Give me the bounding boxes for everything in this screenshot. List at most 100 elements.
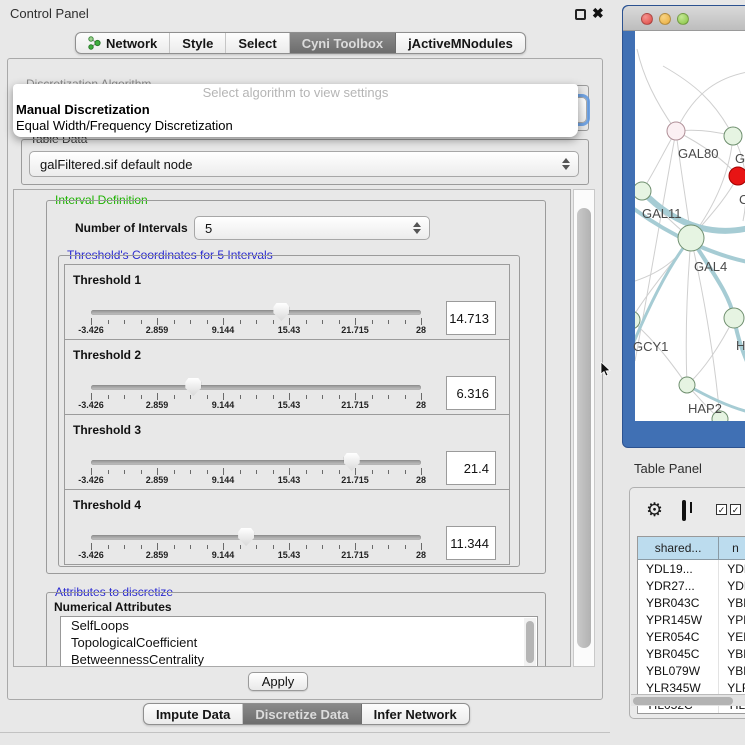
- network-canvas[interactable]: GAL80GCGAL11GAL4GCY1HHAP2: [635, 31, 745, 421]
- node-attribute-table: shared...n YDL19...YDL1YDR27...YDR2YBR04…: [637, 536, 745, 714]
- table-cell: YER0: [719, 628, 745, 645]
- table-cell: YDR27...: [638, 577, 719, 594]
- table-row[interactable]: YPR145WYPR1: [638, 611, 745, 628]
- bottom-tab-infer-network[interactable]: Infer Network: [362, 704, 469, 724]
- network-node-pink[interactable]: [667, 122, 685, 140]
- threshold-slider[interactable]: -3.4262.8599.14415.4321.71528: [91, 378, 421, 412]
- network-window-titlebar[interactable]: [623, 6, 745, 31]
- attribute-list-item[interactable]: TopologicalCoefficient: [61, 634, 537, 651]
- threshold-label: Threshold 4: [73, 498, 141, 512]
- checkbox-icon[interactable]: ✓: [716, 504, 727, 515]
- table-column-header[interactable]: n: [719, 537, 745, 559]
- threshold-value-field[interactable]: 6.316: [446, 376, 496, 410]
- table-cell: YBL079W: [638, 662, 719, 679]
- table-header-row: shared...n: [638, 537, 745, 560]
- algorithm-dropdown-popup: Select algorithm to view settings Manual…: [13, 84, 578, 137]
- tab-style[interactable]: Style: [170, 33, 226, 53]
- network-graph: [635, 31, 745, 421]
- tab-label: Network: [106, 36, 157, 51]
- cyni-toolbox-panel: Discretization Algorithm Table Data galF…: [7, 58, 603, 700]
- apply-button[interactable]: Apply: [248, 672, 308, 691]
- slider-track[interactable]: [91, 460, 421, 465]
- tab-label: Discretize Data: [255, 707, 348, 722]
- network-node-label: GAL11: [642, 206, 682, 221]
- zoom-traffic-light[interactable]: [677, 13, 689, 25]
- table-row[interactable]: YBL079WYBL0: [638, 662, 745, 679]
- attribute-list-item[interactable]: SelfLoops: [61, 617, 537, 634]
- table-cell: YBR045C: [638, 645, 719, 662]
- table-cell: YBR0: [719, 594, 745, 611]
- table-cell: YDL1: [719, 560, 745, 577]
- slider-tick-labels: -3.4262.8599.14415.4321.71528: [91, 475, 421, 486]
- slider-track[interactable]: [91, 535, 421, 540]
- threshold-slider[interactable]: -3.4262.8599.14415.4321.71528: [91, 303, 421, 337]
- network-node-green[interactable]: [679, 377, 695, 393]
- combo-arrows-icon: [562, 158, 570, 170]
- slider-track[interactable]: [91, 310, 421, 315]
- float-window-icon[interactable]: [575, 9, 586, 20]
- bottom-tab-impute-data[interactable]: Impute Data: [144, 704, 243, 724]
- dropdown-item[interactable]: Manual Discretization: [13, 102, 578, 118]
- network-node-red[interactable]: [729, 167, 745, 185]
- network-node-green[interactable]: [724, 127, 742, 145]
- slider-track[interactable]: [91, 385, 421, 390]
- checkbox-icon[interactable]: ✓: [730, 504, 741, 515]
- number-of-intervals-value: 5: [205, 221, 212, 236]
- slider-tick-labels: -3.4262.8599.14415.4321.71528: [91, 550, 421, 561]
- table-row[interactable]: YDL19...YDL1: [638, 560, 745, 577]
- threshold-value-field[interactable]: 21.4: [446, 451, 496, 485]
- tab-cyni-toolbox[interactable]: Cyni Toolbox: [290, 33, 396, 53]
- tab-jactivemnodules[interactable]: jActiveMNodules: [396, 33, 525, 53]
- minimize-traffic-light[interactable]: [659, 13, 671, 25]
- threshold-slider[interactable]: -3.4262.8599.14415.4321.71528: [91, 528, 421, 562]
- threshold-slider[interactable]: -3.4262.8599.14415.4321.71528: [91, 453, 421, 487]
- threshold-label: Threshold 2: [73, 348, 141, 362]
- table-cell: YBR043C: [638, 594, 719, 611]
- table-row[interactable]: YBR043CYBR0: [638, 594, 745, 611]
- threshold-panel: Threshold 2 -3.4262.8599.14415.4321.7152…: [64, 339, 510, 415]
- numerical-attributes-label: Numerical Attributes: [54, 600, 172, 614]
- number-of-intervals-label: Number of Intervals: [75, 221, 188, 235]
- dropdown-placeholder-item: Select algorithm to view settings: [13, 84, 578, 102]
- vertical-scrollbar[interactable]: [573, 189, 595, 667]
- thresholds-container: Threshold 1 -3.4262.8599.14415.4321.7152…: [64, 265, 510, 565]
- network-view-window: GAL80GCGAL11GAL4GCY1HHAP2: [622, 5, 745, 448]
- bottom-tab-discretize-data[interactable]: Discretize Data: [243, 704, 361, 724]
- horizontal-scrollbar[interactable]: [631, 694, 745, 706]
- threshold-value-field[interactable]: 14.713: [446, 301, 496, 335]
- network-node-green[interactable]: [678, 225, 704, 251]
- network-node-label: HAP2: [688, 401, 722, 416]
- close-traffic-light[interactable]: [641, 13, 653, 25]
- network-node-label: H: [736, 338, 745, 353]
- close-icon[interactable]: ✖: [592, 5, 604, 22]
- network-node-green[interactable]: [635, 182, 651, 200]
- table-data-combobox[interactable]: galFiltered.sif default node: [29, 151, 579, 177]
- gear-icon[interactable]: ⚙: [646, 501, 663, 520]
- settings-scroll-viewport: Interval Definition Number of Intervals …: [13, 189, 571, 667]
- number-of-intervals-combobox[interactable]: 5: [194, 216, 430, 240]
- network-node-label: C: [739, 192, 745, 207]
- slider-tick-labels: -3.4262.8599.14415.4321.71528: [91, 400, 421, 411]
- tab-select[interactable]: Select: [226, 33, 289, 53]
- table-row[interactable]: YER054CYER0: [638, 628, 745, 645]
- table-cell: YBR0: [719, 645, 745, 662]
- split-columns-icon[interactable]: [682, 500, 686, 521]
- network-node-green[interactable]: [724, 308, 744, 328]
- control-panel-title: Control Panel: [10, 0, 89, 28]
- control-panel-tab-bar: Network Style SelectCyni ToolboxjActiveMNo…: [75, 32, 526, 54]
- table-row[interactable]: YBR045CYBR0: [638, 645, 745, 662]
- table-cell: YDL19...: [638, 560, 719, 577]
- numerical-attributes-list[interactable]: SelfLoopsTopologicalCoefficientBetweenne…: [60, 616, 538, 667]
- dropdown-item[interactable]: Equal Width/Frequency Discretization: [13, 118, 578, 134]
- attribute-list-item[interactable]: BetweennessCentrality: [61, 651, 537, 667]
- threshold-value-field[interactable]: 11.344: [446, 526, 496, 560]
- table-column-header[interactable]: shared...: [638, 537, 719, 559]
- vertical-scrollbar-thumb[interactable]: [577, 208, 591, 648]
- tab-label: Style: [182, 36, 213, 51]
- cyni-bottom-tab-bar: Impute Data Discretize Data Infer Network: [143, 703, 470, 725]
- table-cell: YBL0: [719, 662, 745, 679]
- list-scrollbar[interactable]: [524, 618, 536, 667]
- tab-network[interactable]: Network: [76, 33, 170, 53]
- table-row[interactable]: YDR27...YDR2: [638, 577, 745, 594]
- horizontal-scrollbar-thumb[interactable]: [633, 697, 733, 705]
